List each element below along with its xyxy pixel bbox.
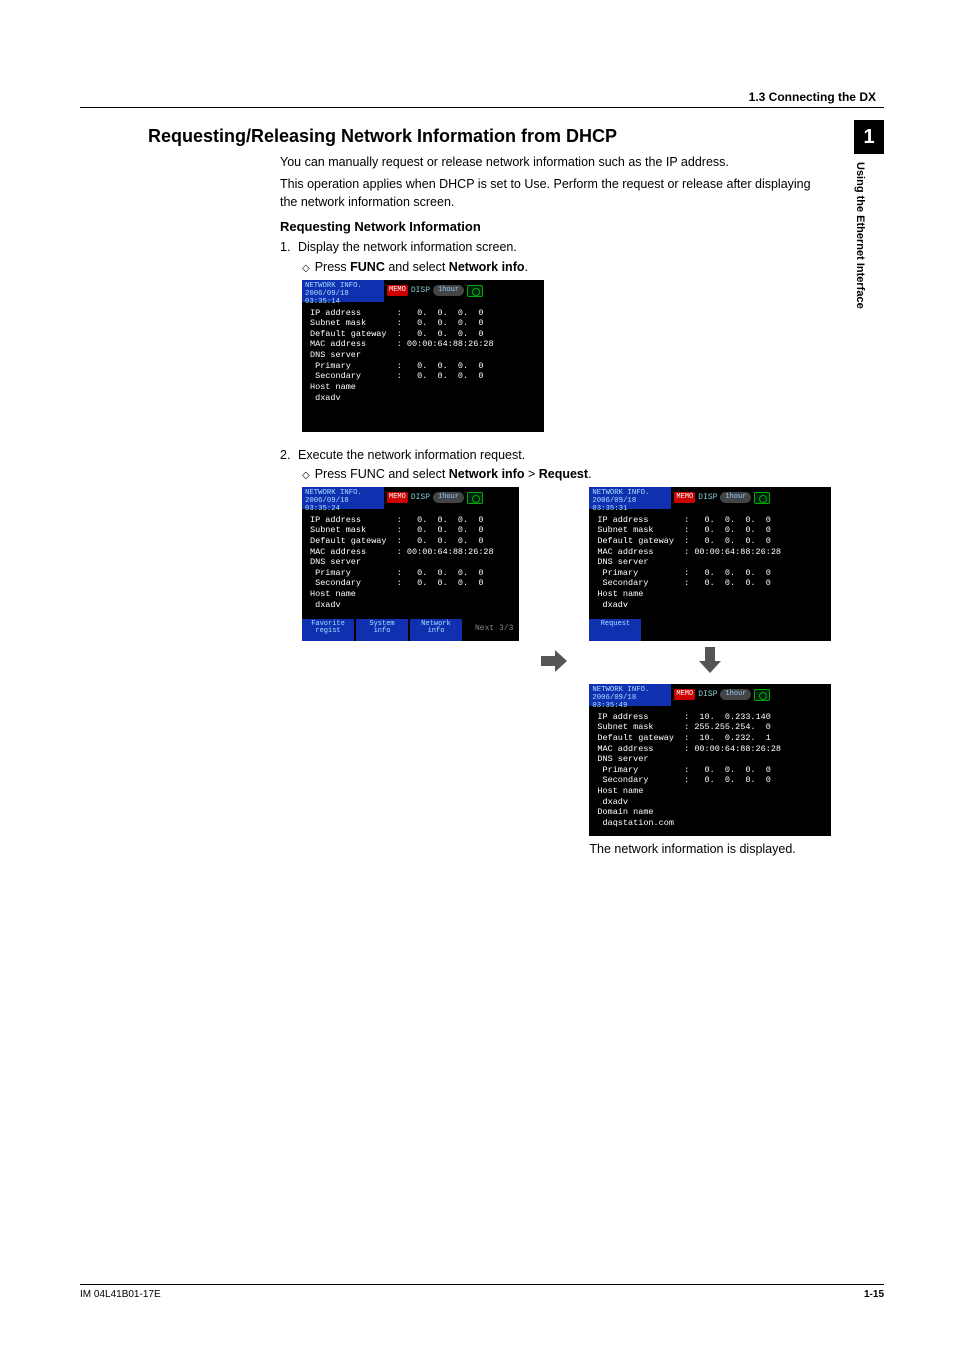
page-footer: IM 04L41B01-17E 1-15 <box>80 1284 884 1300</box>
disp-label: DISP <box>698 493 717 503</box>
screen-body: IP address : 0. 0. 0. 0 Subnet mask : 0.… <box>302 509 519 619</box>
screenshot-result: NETWORK INFO. 2006/09/18 03:35:49 MEMO D… <box>589 684 831 836</box>
diamond-icon: ◇ <box>302 263 310 274</box>
screen-body: IP address : 0. 0. 0. 0 Subnet mask : 0.… <box>589 509 831 619</box>
disp-label: DISP <box>698 690 717 700</box>
step-1-substep: ◇Press FUNC and select Network info. <box>280 260 824 274</box>
screen-timestamp: 2006/09/18 03:35:14 <box>305 290 381 306</box>
memo-badge[interactable]: MEMO <box>387 492 408 503</box>
memo-badge[interactable]: MEMO <box>674 689 695 700</box>
chapter-tab: 1 Using the Ethernet Interface <box>854 120 884 380</box>
screen-body: IP address : 0. 0. 0. 0 Subnet mask : 0.… <box>302 302 544 432</box>
softkey-network-info[interactable]: Network info <box>410 619 462 641</box>
softkey-next[interactable]: Next 3/3 <box>472 623 517 635</box>
footer-left: IM 04L41B01-17E <box>80 1289 161 1300</box>
diamond-icon: ◇ <box>302 470 310 481</box>
screen-timestamp: 2006/09/18 03:35:24 <box>305 497 381 513</box>
subsection-title: Requesting Network Information <box>280 219 824 234</box>
intro-paragraph-2: This operation applies when DHCP is set … <box>280 175 824 211</box>
time-pill[interactable]: 1hour <box>720 689 751 700</box>
result-caption: The network information is displayed. <box>589 842 795 856</box>
breadcrumb: 1.3 Connecting the DX <box>80 90 884 108</box>
intro-paragraph-1: You can manually request or release netw… <box>280 153 824 171</box>
footer-right: 1-15 <box>864 1289 884 1300</box>
arrow-down-icon <box>589 647 831 678</box>
screen-timestamp: 2006/09/18 03:35:49 <box>592 694 668 710</box>
time-pill[interactable]: 1hour <box>433 285 464 296</box>
camera-icon[interactable] <box>467 285 483 297</box>
step-2-substep: ◇Press FUNC and select Network info > Re… <box>280 467 824 481</box>
softkey-request[interactable]: Request <box>589 619 641 641</box>
screenshot-network-info-1: NETWORK INFO. 2006/09/18 03:35:14 MEMO D… <box>302 280 544 432</box>
time-pill[interactable]: 1hour <box>433 492 464 503</box>
camera-icon[interactable] <box>467 492 483 504</box>
screenshot-func-menu: NETWORK INFO. 2006/09/18 03:35:24 MEMO D… <box>302 487 519 641</box>
disp-label: DISP <box>411 493 430 503</box>
step-1: 1.Display the network information screen… <box>280 238 824 256</box>
screen-body: IP address : 10. 0.233.140 Subnet mask :… <box>589 706 831 836</box>
disp-label: DISP <box>411 286 430 296</box>
memo-badge[interactable]: MEMO <box>387 285 408 296</box>
chapter-label: Using the Ethernet Interface <box>854 154 866 374</box>
screen-timestamp: 2006/09/18 03:35:31 <box>592 497 668 513</box>
softkey-favorite-regist[interactable]: Favorite regist <box>302 619 354 641</box>
arrow-right-icon <box>541 650 567 672</box>
screen-title: NETWORK INFO. <box>592 489 668 497</box>
screen-title: NETWORK INFO. <box>305 489 381 497</box>
chapter-number: 1 <box>854 120 884 154</box>
screen-title: NETWORK INFO. <box>305 282 381 290</box>
step-1-text: Display the network information screen. <box>298 240 517 254</box>
camera-icon[interactable] <box>754 689 770 701</box>
section-title: Requesting/Releasing Network Information… <box>80 126 884 147</box>
camera-icon[interactable] <box>754 492 770 504</box>
screen-title: NETWORK INFO. <box>592 686 668 694</box>
softkey-system-info[interactable]: System info <box>356 619 408 641</box>
screenshot-request-menu: NETWORK INFO. 2006/09/18 03:35:31 MEMO D… <box>589 487 831 641</box>
memo-badge[interactable]: MEMO <box>674 492 695 503</box>
time-pill[interactable]: 1hour <box>720 492 751 503</box>
step-2-text: Execute the network information request. <box>298 448 525 462</box>
step-2: 2.Execute the network information reques… <box>280 446 824 464</box>
